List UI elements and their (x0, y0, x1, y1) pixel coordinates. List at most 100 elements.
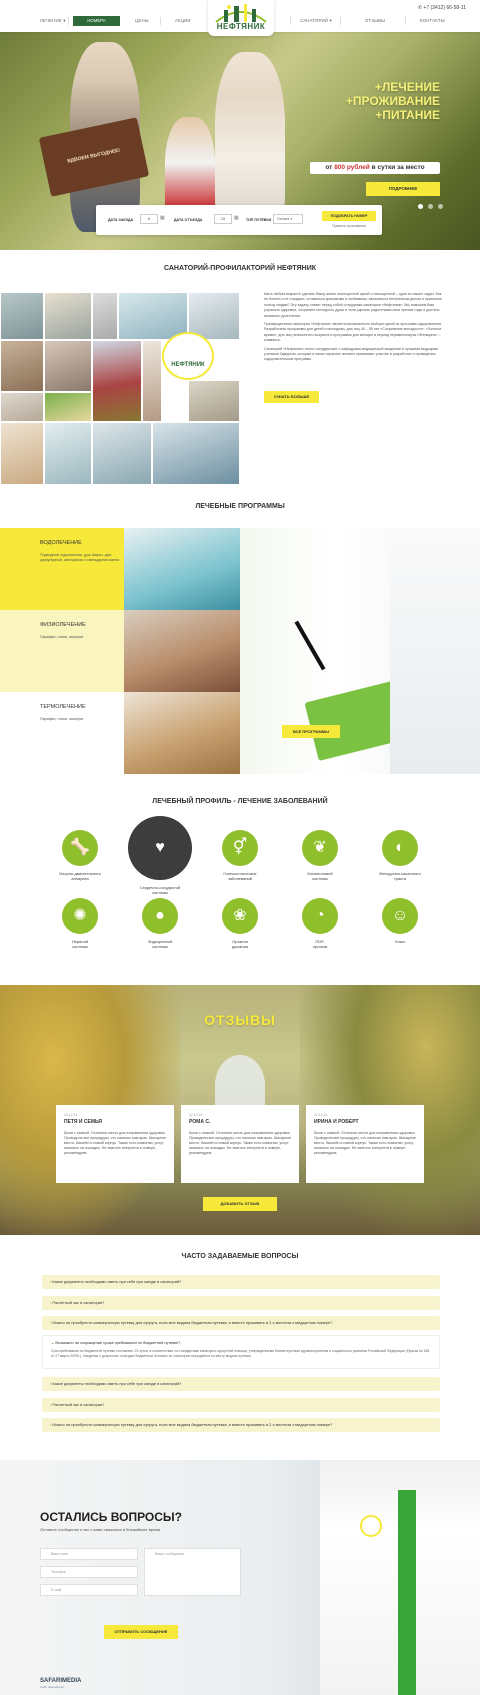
gallery-photo[interactable] (44, 422, 92, 485)
gallery-photo[interactable] (152, 422, 240, 485)
message-textarea[interactable]: Ваше сообщение (144, 1548, 241, 1596)
gallery-photo[interactable] (92, 422, 152, 485)
all-programs-button[interactable]: ВСЕ ПРОГРАММЫ (282, 725, 340, 738)
slider-dot[interactable] (428, 204, 433, 209)
faq-item[interactable]: › Можно ли приобрести коммерческую путев… (42, 1316, 440, 1330)
gallery-logo-badge: НЕФТЯНИК (162, 332, 214, 380)
send-message-button[interactable]: ОТПРАВИТЬ СООБЩЕНИЕ (104, 1625, 178, 1639)
nav-item-rooms[interactable]: НОМЕРА (73, 16, 120, 26)
program-hydrotherapy[interactable]: ВОДОЛЕЧЕНИЕ Подводный гидромассаж, душ Ш… (0, 528, 124, 610)
hero-price-badge: от 800 рублей в сутки за место (310, 162, 440, 174)
profile-item[interactable]: ❦ Мочеполовой системы (280, 830, 360, 881)
nav-item-prices[interactable]: ЦЕНЫ (135, 18, 149, 24)
tie-shape (398, 1490, 416, 1695)
about-paragraph: Как в любом возрасте сделать Вашу жизнь … (264, 292, 443, 318)
gallery-photo[interactable] (142, 340, 162, 422)
heart-icon: ♥ (128, 816, 192, 880)
departure-label: ДАТА ОТЪЕЗДА (174, 218, 203, 222)
joint-icon: 🦴 (62, 830, 98, 866)
review-card: 12.12.14 РОМА С. Были с семьей. Отличное… (181, 1105, 299, 1183)
contact-section: ОСТАЛИСЬ ВОПРОСЫ? Оставьте сообщение и м… (0, 1460, 480, 1695)
chevron-down-icon: ⌄ (51, 1340, 55, 1345)
program-desc: Парафин, глина, озокерит (40, 635, 84, 640)
profile-item[interactable]: ◐ Желудочно-кишечного тракта (360, 830, 440, 881)
price-value: 800 рублей (334, 164, 370, 171)
gallery-photo[interactable] (0, 340, 44, 392)
apple-icon: ● (142, 898, 178, 934)
email-input[interactable]: E-mail (40, 1584, 138, 1596)
program-desc: Подводный гидромассаж, душ Шарко, душ ци… (40, 553, 120, 563)
arrival-date-input[interactable]: 8 (140, 214, 158, 224)
hero-more-button[interactable]: ПОДРОБНЕЕ (366, 182, 440, 196)
developer-caption: Сайт разработан (40, 1685, 64, 1689)
gallery-photo[interactable] (44, 392, 92, 422)
faq-item[interactable]: › Расчетный час в санатории? (42, 1296, 440, 1310)
faq-item[interactable]: › Какие документы необходимо иметь при с… (42, 1377, 440, 1391)
hero-headline: +ЛЕЧЕНИЕ +ПРОЖИВАНИЕ +ПИТАНИЕ (346, 80, 440, 122)
about-paragraph: Санаторий «Нефтяник» тесно сотрудничает … (264, 346, 439, 362)
slider-dot[interactable] (438, 204, 443, 209)
contact-subtitle: Оставьте сообщение и мы с вами свяжемся … (40, 1527, 161, 1532)
add-review-button[interactable]: ДОБАВИТЬ ОТЗЫВ (203, 1197, 277, 1211)
learn-more-button[interactable]: УЗНАТЬ БОЛЬШЕ (264, 391, 319, 403)
profile-item-label: Опорно-двигательного аппарата (58, 871, 102, 881)
program-thermotherapy[interactable]: ТЕРМОЛЕЧЕНИЕ Парафин, глина, озокерит (0, 692, 124, 774)
faq-item[interactable]: › Можно ли приобрести коммерческую путев… (42, 1418, 440, 1432)
profile-item[interactable]: 🦴 Опорно-двигательного аппарата (40, 830, 120, 881)
review-card: 12.12.14 ПЕТЯ И СЕМЬЯ Были с семьей. Отл… (56, 1105, 174, 1183)
nav-item-contacts[interactable]: КОНТАКТЫ (420, 18, 445, 24)
hero-line-food: +ПИТАНИЕ (375, 108, 440, 122)
profile-item-label: Нервной системы (71, 939, 89, 949)
nav-item-sanatorium[interactable]: САНАТОРИЙ ▾ (300, 18, 332, 24)
program-physiotherapy[interactable]: ФИЗИОЛЕЧЕНИЕ Парафин, глина, озокерит (0, 610, 124, 692)
gallery-photo[interactable] (92, 292, 118, 340)
faq-item[interactable]: › Расчетный час в санатории? (42, 1398, 440, 1412)
profile-item-label: Кожи (395, 939, 405, 944)
profile-item[interactable]: ⚥ Гинекологических заболеваний (200, 830, 280, 881)
gallery-photo[interactable] (92, 340, 142, 422)
logo-text: НЕФТЯНИК (216, 22, 266, 31)
nav-separator (290, 17, 291, 25)
logo[interactable]: НЕФТЯНИК (208, 0, 274, 36)
gallery-photo[interactable] (0, 422, 44, 485)
profile-item[interactable]: ☺ Кожи (360, 898, 440, 944)
reviews-section: ОТЗЫВЫ 12.12.14 ПЕТЯ И СЕМЬЯ Были с семь… (0, 985, 480, 1235)
skin-icon: ☺ (382, 898, 418, 934)
nav-item-promotions[interactable]: АКЦИИ (175, 18, 191, 24)
gallery-photo[interactable] (44, 292, 92, 340)
header-phone[interactable]: ✆ +7 (3412) 66-58-11 (418, 5, 466, 12)
nav-separator (68, 17, 69, 25)
phone-input[interactable]: Телефон (40, 1566, 138, 1578)
profile-item-label: Гинекологических заболеваний (223, 871, 257, 881)
profile-item[interactable]: ● Эндокринной системы (120, 898, 200, 949)
nav-separator (160, 17, 161, 25)
profile-item[interactable]: ✺ Нервной системы (40, 898, 120, 949)
gallery-photo[interactable] (0, 392, 44, 422)
profile-item[interactable]: ♥ Сердечно-сосудистой системы (120, 816, 200, 895)
faq-item[interactable]: › Какие документы необходимо иметь при с… (42, 1275, 440, 1289)
faq-item-expanded[interactable]: ⌄ Возможно ли сокращение срока пребывани… (42, 1335, 440, 1369)
program-photo-hydro (124, 528, 240, 610)
program-photo-thermo (124, 692, 240, 774)
gallery-photo[interactable] (0, 292, 44, 340)
slider-dot-active[interactable] (418, 204, 423, 209)
gallery-photo[interactable] (188, 380, 240, 422)
nav-separator (340, 17, 341, 25)
gallery-photo[interactable] (44, 340, 92, 392)
voucher-type-select[interactable]: Оплата ▾ (273, 214, 303, 224)
calendar-icon[interactable]: ▦ (234, 215, 239, 222)
name-input[interactable]: Ваше имя (40, 1548, 138, 1560)
rules-link[interactable]: Правила проживания (322, 224, 376, 228)
review-author: ИРИНА И РОБЕРТ (314, 1119, 359, 1126)
nav-item-reviews[interactable]: ОТЗЫВЫ (365, 18, 385, 24)
nav-item-treatment[interactable]: ЛЕЧЕНИЕ ▾ (40, 18, 66, 24)
calendar-icon[interactable]: ▦ (160, 215, 165, 222)
about-text: Как в любом возрасте сделать Вашу жизнь … (264, 292, 444, 366)
profile-item[interactable]: ◔ ЛОР-органов (280, 898, 360, 949)
site-header: ЛЕЧЕНИЕ ▾ НОМЕРА ЦЕНЫ АКЦИИ САНАТОРИЙ ▾ … (0, 0, 480, 36)
profile-item-label: ЛОР-органов (312, 939, 328, 949)
hero-line-treatment: +ЛЕЧЕНИЕ (374, 80, 440, 94)
find-room-button[interactable]: ПОДОБРАТЬ НОМЕР (322, 211, 376, 221)
profile-item[interactable]: ❀ Органов дыхания (200, 898, 280, 949)
departure-date-input[interactable]: 15 (214, 214, 232, 224)
